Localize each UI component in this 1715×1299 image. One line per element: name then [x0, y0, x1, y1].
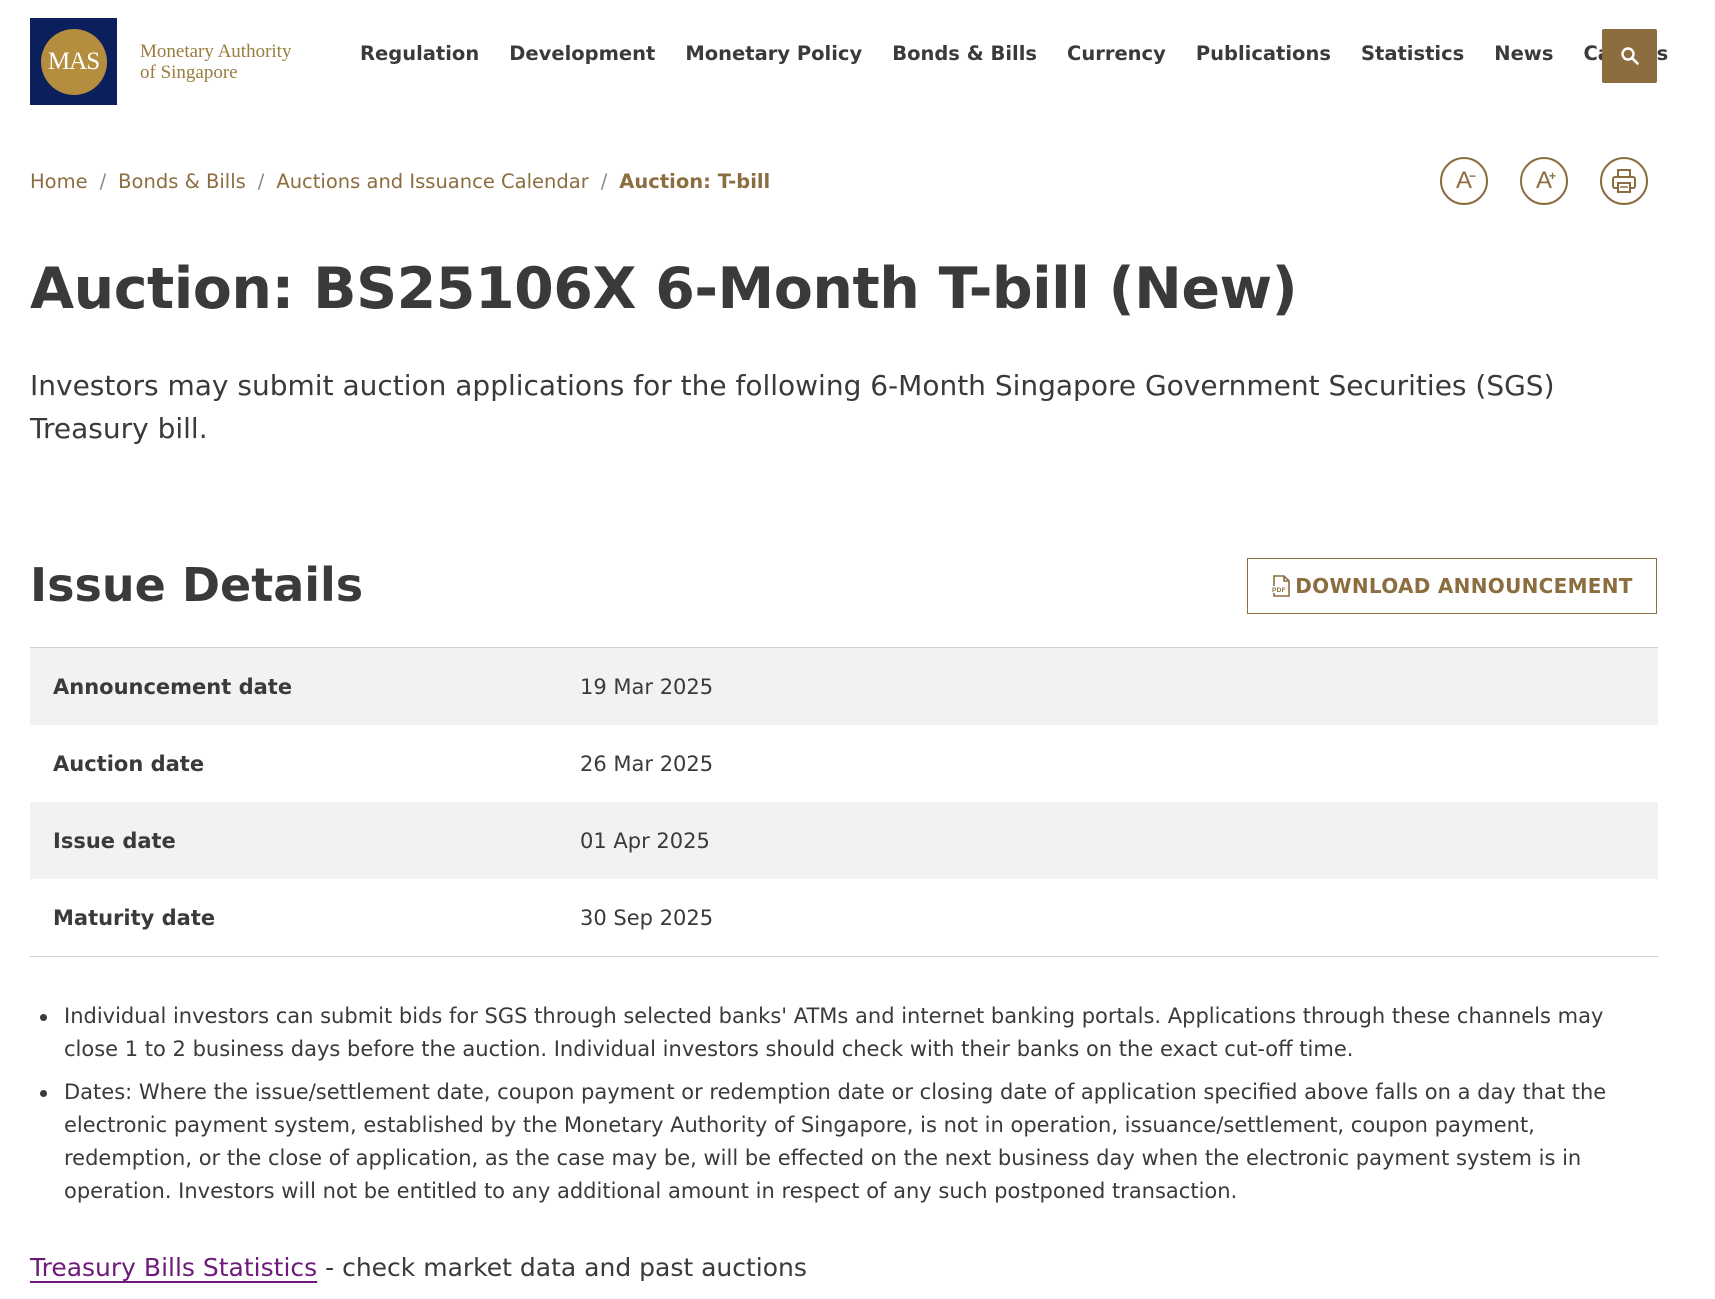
issue-details-table: Announcement date 19 Mar 2025 Auction da… [30, 647, 1658, 957]
page-title: Auction: BS25106X 6-Month T-bill (New) [30, 256, 1298, 322]
logo-line-1: Monetary Authority [140, 40, 292, 62]
row-label: Issue date [53, 828, 176, 853]
printer-icon [1612, 169, 1636, 193]
treasury-bills-statistics-link[interactable]: Treasury Bills Statistics [30, 1253, 317, 1282]
page-tools: A − A + [1440, 157, 1648, 205]
download-announcement-button[interactable]: PDF DOWNLOAD ANNOUNCEMENT [1247, 558, 1657, 614]
svg-text:PDF: PDF [1272, 587, 1286, 594]
list-item: Dates: Where the issue/settlement date, … [40, 1076, 1660, 1208]
page-intro: Investors may submit auction application… [30, 369, 1555, 445]
increase-mark: + [1548, 169, 1556, 183]
decrease-font-button[interactable]: A − [1440, 157, 1488, 205]
nav-development[interactable]: Development [509, 42, 655, 65]
logo-wordmark: Monetary Authority of Singapore [140, 41, 310, 83]
breadcrumb-home[interactable]: Home [30, 170, 88, 193]
search-button[interactable] [1602, 29, 1657, 83]
nav-statistics[interactable]: Statistics [1361, 42, 1464, 65]
row-value: 19 Mar 2025 [580, 674, 714, 699]
pdf-icon: PDF [1271, 575, 1291, 597]
nav-bonds-bills[interactable]: Bonds & Bills [892, 42, 1037, 65]
stats-line: Treasury Bills Statistics - check market… [30, 1253, 807, 1282]
page: MAS Monetary Authority of Singapore Regu… [0, 0, 1715, 1299]
table-row: Auction date 26 Mar 2025 [30, 725, 1658, 802]
row-label: Maturity date [53, 905, 216, 930]
logo-line-2: of Singapore [140, 61, 238, 83]
row-value: 30 Sep 2025 [580, 905, 714, 930]
logo-circle: MAS [40, 28, 107, 95]
row-label: Auction date [53, 751, 205, 776]
breadcrumb-separator: / [600, 170, 608, 193]
search-icon [1620, 47, 1639, 65]
nav-monetary-policy[interactable]: Monetary Policy [685, 42, 862, 65]
nav-currency[interactable]: Currency [1067, 42, 1166, 65]
nav-regulation[interactable]: Regulation [360, 42, 479, 65]
nav-news[interactable]: News [1494, 42, 1553, 65]
breadcrumb-auctions-calendar[interactable]: Auctions and Issuance Calendar [276, 170, 588, 193]
print-button[interactable] [1600, 157, 1648, 205]
nav-publications[interactable]: Publications [1196, 42, 1331, 65]
table-row: Issue date 01 Apr 2025 [30, 802, 1658, 879]
increase-font-button[interactable]: A + [1520, 157, 1568, 205]
table-row: Announcement date 19 Mar 2025 [30, 648, 1658, 725]
row-value: 01 Apr 2025 [580, 828, 710, 853]
breadcrumb-separator: / [257, 170, 265, 193]
download-announcement-label: DOWNLOAD ANNOUNCEMENT [1295, 574, 1633, 598]
table-row: Maturity date 30 Sep 2025 [30, 879, 1658, 956]
decrease-mark: − [1468, 169, 1476, 183]
notes-list: Individual investors can submit bids for… [40, 1000, 1660, 1218]
breadcrumb-current: Auction: T-bill [619, 170, 771, 193]
breadcrumb-bonds-bills[interactable]: Bonds & Bills [118, 170, 246, 193]
main-nav: Regulation Development Monetary Policy B… [360, 42, 1668, 65]
breadcrumb: Home / Bonds & Bills / Auctions and Issu… [30, 170, 770, 193]
logo-mark: MAS [30, 18, 117, 105]
row-value: 26 Mar 2025 [580, 751, 714, 776]
breadcrumb-separator: / [99, 170, 107, 193]
list-item: Individual investors can submit bids for… [40, 1000, 1660, 1066]
mas-logo[interactable]: MAS Monetary Authority of Singapore [30, 18, 310, 105]
row-label: Announcement date [53, 674, 293, 699]
issue-details-heading: Issue Details [30, 558, 364, 612]
stats-description: - check market data and past auctions [317, 1253, 807, 1282]
